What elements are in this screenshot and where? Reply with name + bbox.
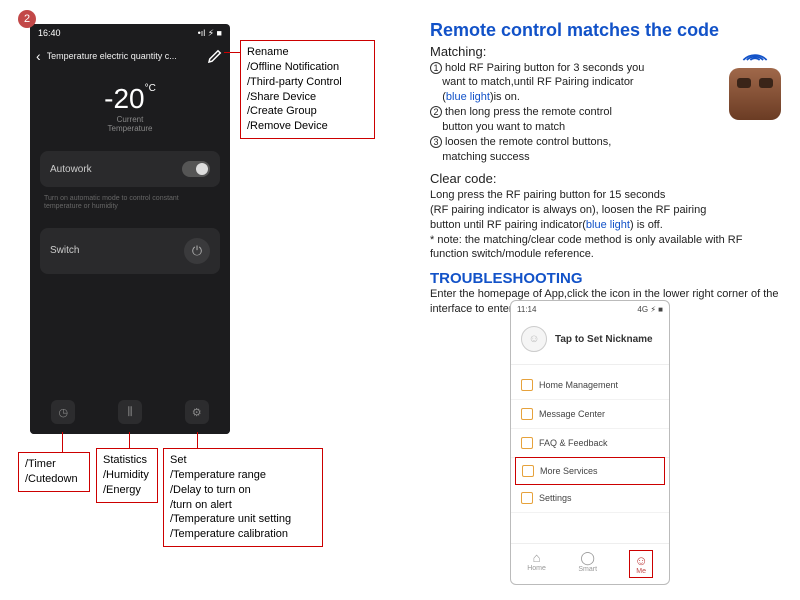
- status-bar: 11:14 4G ⚡︎ ■: [511, 301, 669, 318]
- list-item-more-services[interactable]: More Services: [515, 457, 665, 485]
- callout-line: /Share Device: [247, 90, 368, 105]
- timer-callout: /Timer /Cutedown: [18, 452, 90, 492]
- tab-bar: ⌂Home ◯Smart ☺Me: [511, 543, 669, 584]
- settings-icon[interactable]: ⚙: [185, 400, 209, 424]
- callout-line: /Temperature calibration: [170, 527, 316, 542]
- nickname-label: Tap to Set Nickname: [555, 334, 653, 345]
- temperature-value: -20: [104, 83, 144, 114]
- status-signal: •ıl ⚡︎ ■: [198, 28, 222, 39]
- stats-callout: Statistics /Humidity /Energy: [96, 448, 158, 503]
- callout-connector: [197, 432, 198, 448]
- callout-line: /Third-party Control: [247, 75, 368, 90]
- autowork-note: Turn on automatic mode to control consta…: [30, 195, 230, 220]
- callout-line: /Offline Notification: [247, 60, 368, 75]
- callout-line: Set: [170, 453, 316, 468]
- callout-line: /Temperature unit setting: [170, 512, 316, 527]
- home-icon: ⌂: [527, 550, 546, 565]
- services-icon: [522, 465, 534, 477]
- list-item[interactable]: FAQ & Feedback: [511, 429, 669, 458]
- temperature-label: Temperature: [30, 124, 230, 133]
- list-item[interactable]: Message Center: [511, 400, 669, 429]
- callout-connector: [129, 432, 130, 448]
- callout-line: /Humidity: [103, 468, 151, 483]
- remote-illustration: [723, 45, 788, 120]
- page-title: Temperature electric quantity c...: [47, 51, 206, 61]
- status-time: 11:14: [517, 305, 536, 314]
- status-signal: 4G ⚡︎ ■: [637, 305, 663, 314]
- switch-row[interactable]: Switch ⏻: [40, 228, 220, 274]
- settings-list: Home Management Message Center FAQ & Fee…: [511, 365, 669, 519]
- clear-label: Clear code:: [430, 170, 780, 188]
- troubleshooting-title: TROUBLESHOOTING: [430, 270, 780, 287]
- callout-line: /Energy: [103, 483, 151, 498]
- phone-device-screen: 16:40 •ıl ⚡︎ ■ ‹ Temperature electric qu…: [30, 24, 230, 434]
- tab-smart[interactable]: ◯Smart: [578, 550, 597, 578]
- profile-header[interactable]: ☺ Tap to Set Nickname: [511, 318, 669, 365]
- timer-icon[interactable]: ◷: [51, 400, 75, 424]
- list-item[interactable]: Settings: [511, 484, 669, 513]
- autowork-label: Autowork: [50, 164, 92, 175]
- status-time: 16:40: [38, 28, 61, 39]
- avatar-icon: ☺: [521, 326, 547, 352]
- rf-note: * note: the matching/clear code method i…: [430, 233, 780, 263]
- callout-line: /Cutedown: [25, 472, 83, 487]
- list-item[interactable]: Home Management: [511, 371, 669, 400]
- clear-text: Long press the RF pairing button for 15 …: [430, 188, 780, 233]
- callout-line: /Temperature range: [170, 468, 316, 483]
- phone-profile-screen: 11:14 4G ⚡︎ ■ ☺ Tap to Set Nickname Home…: [510, 300, 670, 585]
- step3: 3loosen the remote control buttons, matc…: [430, 135, 780, 165]
- wifi-icon: [741, 43, 769, 66]
- set-callout: Set /Temperature range /Delay to turn on…: [163, 448, 323, 547]
- phone-footer: ◷ ⫼ ⚙: [30, 390, 230, 434]
- smart-icon: ◯: [578, 550, 597, 566]
- current-label: Current: [30, 115, 230, 124]
- callout-line: /Remove Device: [247, 119, 368, 134]
- edit-callout: Rename /Offline Notification /Third-part…: [240, 40, 375, 139]
- callout-line: /Delay to turn on: [170, 483, 316, 498]
- switch-label: Switch: [50, 245, 79, 256]
- autowork-toggle[interactable]: [182, 161, 210, 177]
- autowork-row[interactable]: Autowork: [40, 151, 220, 187]
- faq-icon: [521, 437, 533, 449]
- back-icon[interactable]: ‹: [36, 48, 41, 64]
- edit-icon[interactable]: [206, 47, 224, 65]
- remote-title: Remote control matches the code: [430, 20, 780, 41]
- callout-line: /turn on alert: [170, 498, 316, 513]
- message-icon: [521, 408, 533, 420]
- callout-connector: [62, 432, 63, 452]
- remote-body: [729, 68, 781, 120]
- settings-icon: [521, 492, 533, 504]
- step-badge-2: 2: [18, 10, 36, 28]
- power-icon[interactable]: ⏻: [184, 238, 210, 264]
- callout-line: /Create Group: [247, 104, 368, 119]
- me-icon: ☺: [634, 553, 647, 568]
- status-bar: 16:40 •ıl ⚡︎ ■: [30, 24, 230, 43]
- temperature-unit: °C: [145, 83, 156, 94]
- stats-icon[interactable]: ⫼: [118, 400, 142, 424]
- home-mgmt-icon: [521, 379, 533, 391]
- callout-line: /Timer: [25, 457, 83, 472]
- app-header: ‹ Temperature electric quantity c...: [30, 43, 230, 69]
- callout-connector: [224, 52, 240, 53]
- callout-line: Rename: [247, 45, 368, 60]
- tab-me[interactable]: ☺Me: [629, 550, 652, 578]
- callout-line: Statistics: [103, 453, 151, 468]
- tab-home[interactable]: ⌂Home: [527, 550, 546, 578]
- temperature-display: -20°C Current Temperature: [30, 69, 230, 143]
